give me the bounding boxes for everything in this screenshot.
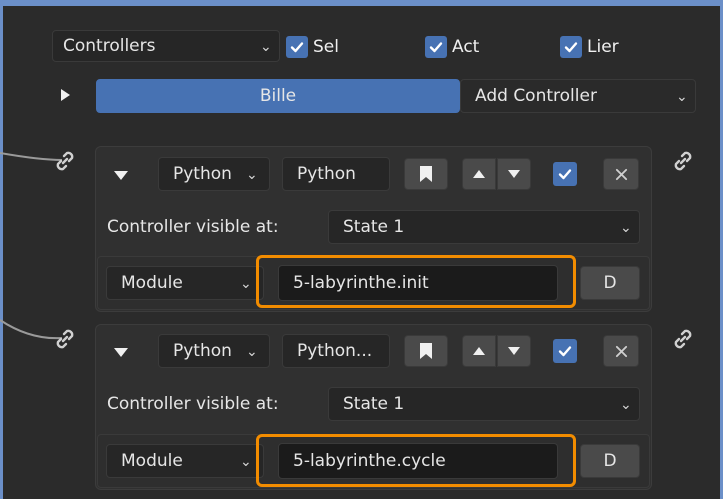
controller-active-checkbox[interactable] [553,162,577,186]
arrow-down-icon [508,347,520,355]
checkmark-icon [564,42,578,53]
chevron-down-icon: ⌄ [246,344,258,360]
arrow-down-icon [508,170,520,178]
close-icon [615,168,627,180]
module-value: 5-labyrinthe.cycle [293,451,446,471]
controller-mode-value: Module [121,273,183,293]
collapse-controller-icon[interactable] [111,342,131,362]
remove-controller-button[interactable] [603,158,639,190]
controller-visible-label: Controller visible at: [107,217,279,237]
module-field[interactable]: 5-labyrinthe.cycle [278,443,558,479]
move-up-button[interactable] [462,158,496,190]
collapse-controller-icon[interactable] [111,165,131,185]
bookmark-icon [420,166,432,182]
lier-label: Lier [587,37,619,57]
remove-controller-button[interactable] [603,335,639,367]
debug-button[interactable]: D [580,444,640,478]
object-name-label: Bille [259,86,297,106]
debug-button[interactable]: D [580,266,640,300]
chevron-down-icon: ⌄ [260,39,272,55]
controllers-select[interactable]: Controllers [52,30,280,62]
move-up-button[interactable] [462,335,496,367]
controllers-select-value: Controllers [63,36,156,56]
arrow-up-icon [473,170,485,178]
controller-state-value: State 1 [343,217,405,237]
controller-name-field[interactable]: Python... [282,334,390,368]
controller-active-checkbox[interactable] [553,339,577,363]
chevron-down-icon: ⌄ [620,397,632,413]
controller-name-value: Python [297,164,356,184]
controller-state-select[interactable]: State 1 [328,210,640,244]
link-icon[interactable] [670,326,696,352]
arrow-up-icon [473,347,485,355]
controller-name-field[interactable]: Python [282,157,390,191]
controller-mode-value: Module [121,451,183,471]
sel-label: Sel [313,37,339,57]
sel-checkbox[interactable] [286,36,308,58]
bookmark-button[interactable] [404,335,448,367]
move-down-button[interactable] [497,158,531,190]
controller-state-select[interactable]: State 1 [328,387,640,421]
move-down-button[interactable] [497,335,531,367]
chevron-down-icon: ⌄ [246,167,258,183]
checkmark-icon [429,42,443,53]
lier-checkbox[interactable] [560,36,582,58]
debug-button-label: D [603,273,617,293]
checkmark-icon [558,169,572,180]
link-icon[interactable] [52,148,78,174]
checkmark-icon [558,346,572,357]
bookmark-icon [420,343,432,359]
link-icon[interactable] [670,148,696,174]
chevron-down-icon: ⌄ [620,220,632,236]
act-label: Act [452,37,480,57]
add-controller-label: Add Controller [475,86,597,106]
object-name-button[interactable]: Bille [96,79,460,113]
link-icon[interactable] [52,326,78,352]
controller-type-label: Python [173,341,232,361]
debug-button-label: D [603,451,617,471]
checkmark-icon [290,42,304,53]
controller-visible-label: Controller visible at: [107,394,279,414]
module-field[interactable]: 5-labyrinthe.init [278,265,558,301]
chevron-down-icon: ⌄ [676,89,688,105]
expand-object-icon[interactable] [56,86,74,104]
chevron-down-icon: ⌄ [240,276,252,292]
chevron-down-icon: ⌄ [240,454,252,470]
bookmark-button[interactable] [404,158,448,190]
add-controller-select[interactable]: Add Controller [460,79,696,113]
close-icon [615,345,627,357]
controller-state-value: State 1 [343,394,405,414]
controller-name-value: Python... [297,341,373,361]
controller-type-label: Python [173,164,232,184]
module-value: 5-labyrinthe.init [293,273,429,293]
act-checkbox[interactable] [425,36,447,58]
